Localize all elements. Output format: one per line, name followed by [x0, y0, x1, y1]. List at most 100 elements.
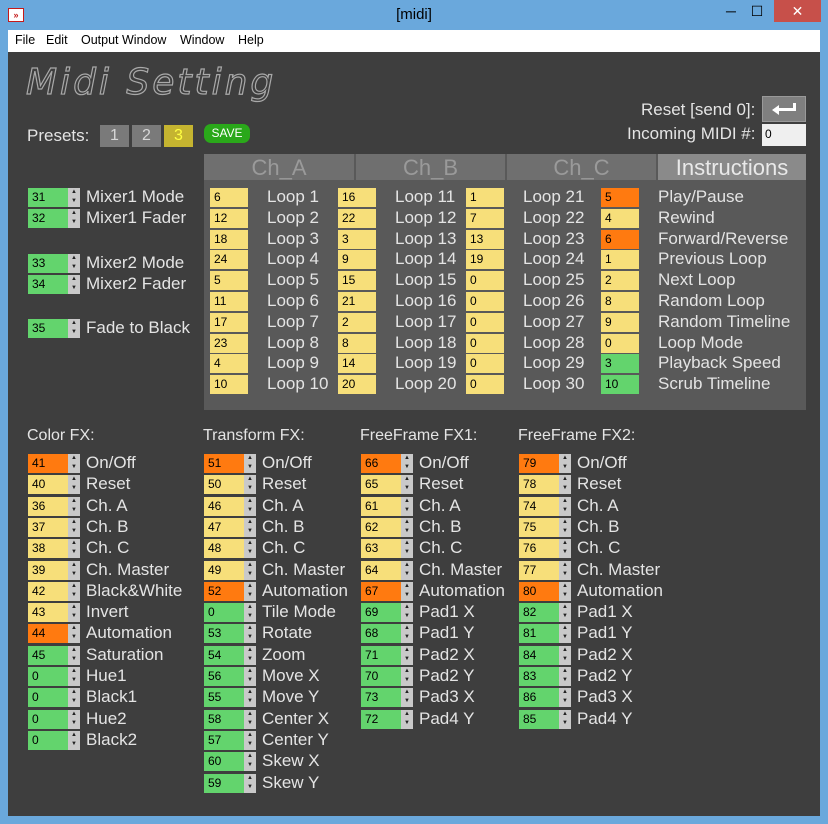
- midi-number-stepper[interactable]: 52 ▲ ▼: [204, 581, 256, 601]
- stepper-arrows-icon[interactable]: ▲ ▼: [559, 581, 571, 601]
- midi-value[interactable]: 36: [28, 496, 68, 516]
- midi-value[interactable]: 85: [519, 709, 559, 729]
- midi-number-stepper[interactable]: 68 ▲ ▼: [361, 624, 413, 644]
- midi-value[interactable]: 75: [519, 517, 559, 537]
- stepper-arrows-icon[interactable]: ▲ ▼: [68, 454, 80, 473]
- midi-value[interactable]: 0: [466, 292, 504, 311]
- midi-number-stepper[interactable]: 7: [466, 208, 504, 228]
- midi-value[interactable]: 77: [519, 560, 559, 580]
- midi-value[interactable]: 14: [338, 354, 376, 374]
- midi-number-stepper[interactable]: 36 ▲ ▼: [28, 496, 80, 516]
- stepper-arrows-icon[interactable]: ▲ ▼: [68, 209, 80, 228]
- incoming-midi-field[interactable]: 0: [762, 124, 806, 146]
- tab-ch-a[interactable]: Ch_A: [204, 154, 354, 180]
- midi-value[interactable]: 76: [519, 539, 559, 559]
- close-icon[interactable]: ✕: [774, 0, 821, 22]
- maximize-icon[interactable]: ☐: [744, 0, 770, 22]
- preset-3-button[interactable]: 3: [164, 125, 193, 147]
- midi-number-stepper[interactable]: 53 ▲ ▼: [204, 624, 256, 644]
- stepper-arrows-icon[interactable]: ▲ ▼: [244, 517, 256, 537]
- midi-value[interactable]: 54: [204, 645, 244, 665]
- midi-number-stepper[interactable]: 15: [338, 271, 376, 291]
- midi-number-stepper[interactable]: 17: [210, 312, 248, 332]
- midi-number-stepper[interactable]: 3: [601, 354, 639, 374]
- midi-number-stepper[interactable]: 0: [466, 333, 504, 353]
- midi-number-stepper[interactable]: 41 ▲ ▼: [28, 454, 80, 473]
- midi-number-stepper[interactable]: 58 ▲ ▼: [204, 709, 256, 729]
- midi-value[interactable]: 8: [601, 292, 639, 311]
- midi-value[interactable]: 52: [204, 581, 244, 601]
- midi-number-stepper[interactable]: 86 ▲ ▼: [519, 688, 571, 708]
- midi-value[interactable]: 42: [28, 581, 68, 601]
- midi-value[interactable]: 79: [519, 454, 559, 473]
- midi-number-stepper[interactable]: 6: [210, 188, 248, 207]
- stepper-arrows-icon[interactable]: ▲ ▼: [68, 624, 80, 644]
- midi-number-stepper[interactable]: 77 ▲ ▼: [519, 560, 571, 580]
- midi-number-stepper[interactable]: 73 ▲ ▼: [361, 688, 413, 708]
- stepper-arrows-icon[interactable]: ▲ ▼: [559, 539, 571, 559]
- midi-number-stepper[interactable]: 54 ▲ ▼: [204, 645, 256, 665]
- midi-value[interactable]: 39: [28, 560, 68, 580]
- minimize-icon[interactable]: ─: [718, 0, 744, 22]
- midi-number-stepper[interactable]: 72 ▲ ▼: [361, 709, 413, 729]
- midi-value[interactable]: 44: [28, 624, 68, 644]
- stepper-arrows-icon[interactable]: ▲ ▼: [401, 454, 413, 473]
- midi-number-stepper[interactable]: 83 ▲ ▼: [519, 667, 571, 686]
- midi-value[interactable]: 11: [210, 292, 248, 311]
- midi-value[interactable]: 62: [361, 517, 401, 537]
- midi-value[interactable]: 15: [338, 271, 376, 291]
- midi-value[interactable]: 2: [601, 271, 639, 291]
- midi-value[interactable]: 51: [204, 454, 244, 473]
- midi-number-stepper[interactable]: 35 ▲ ▼: [28, 319, 80, 338]
- midi-value[interactable]: 20: [338, 375, 376, 395]
- stepper-arrows-icon[interactable]: ▲ ▼: [68, 275, 80, 294]
- midi-number-stepper[interactable]: 63 ▲ ▼: [361, 539, 413, 559]
- stepper-arrows-icon[interactable]: ▲ ▼: [559, 645, 571, 665]
- midi-number-stepper[interactable]: 62 ▲ ▼: [361, 517, 413, 537]
- midi-number-stepper[interactable]: 23: [210, 333, 248, 353]
- stepper-arrows-icon[interactable]: ▲ ▼: [401, 496, 413, 516]
- midi-number-stepper[interactable]: 31 ▲ ▼: [28, 188, 80, 207]
- midi-value[interactable]: 17: [210, 312, 248, 332]
- tab-ch-c[interactable]: Ch_C: [507, 154, 656, 180]
- midi-number-stepper[interactable]: 9: [601, 312, 639, 332]
- midi-value[interactable]: 67: [361, 581, 401, 601]
- midi-value[interactable]: 82: [519, 603, 559, 623]
- midi-number-stepper[interactable]: 9: [338, 250, 376, 270]
- midi-value[interactable]: 43: [28, 603, 68, 623]
- stepper-arrows-icon[interactable]: ▲ ▼: [68, 603, 80, 623]
- midi-number-stepper[interactable]: 70 ▲ ▼: [361, 667, 413, 686]
- stepper-arrows-icon[interactable]: ▲ ▼: [559, 517, 571, 537]
- midi-value[interactable]: 59: [204, 773, 244, 793]
- stepper-arrows-icon[interactable]: ▲ ▼: [244, 560, 256, 580]
- stepper-arrows-icon[interactable]: ▲ ▼: [68, 560, 80, 580]
- midi-value[interactable]: 5: [601, 188, 639, 207]
- midi-value[interactable]: 34: [28, 275, 68, 294]
- stepper-arrows-icon[interactable]: ▲ ▼: [68, 496, 80, 516]
- midi-value[interactable]: 0: [601, 333, 639, 353]
- midi-number-stepper[interactable]: 4: [210, 354, 248, 374]
- stepper-arrows-icon[interactable]: ▲ ▼: [244, 730, 256, 750]
- midi-number-stepper[interactable]: 5: [601, 188, 639, 207]
- midi-number-stepper[interactable]: 0: [466, 271, 504, 291]
- preset-2-button[interactable]: 2: [132, 125, 161, 147]
- midi-number-stepper[interactable]: 47 ▲ ▼: [204, 517, 256, 537]
- stepper-arrows-icon[interactable]: ▲ ▼: [559, 667, 571, 686]
- midi-number-stepper[interactable]: 14: [338, 354, 376, 374]
- midi-number-stepper[interactable]: 0: [601, 333, 639, 353]
- midi-number-stepper[interactable]: 0: [466, 375, 504, 395]
- midi-number-stepper[interactable]: 6: [601, 229, 639, 249]
- midi-value[interactable]: 21: [338, 292, 376, 311]
- stepper-arrows-icon[interactable]: ▲ ▼: [68, 667, 80, 686]
- stepper-arrows-icon[interactable]: ▲ ▼: [401, 667, 413, 686]
- stepper-arrows-icon[interactable]: ▲ ▼: [559, 475, 571, 495]
- stepper-arrows-icon[interactable]: ▲ ▼: [68, 254, 80, 273]
- midi-value[interactable]: 16: [338, 188, 376, 207]
- stepper-arrows-icon[interactable]: ▲ ▼: [68, 517, 80, 537]
- midi-number-stepper[interactable]: 8: [601, 292, 639, 311]
- midi-number-stepper[interactable]: 0: [466, 354, 504, 374]
- midi-number-stepper[interactable]: 2: [338, 312, 376, 332]
- midi-value[interactable]: 38: [28, 539, 68, 559]
- stepper-arrows-icon[interactable]: ▲ ▼: [559, 454, 571, 473]
- midi-value[interactable]: 0: [28, 709, 68, 729]
